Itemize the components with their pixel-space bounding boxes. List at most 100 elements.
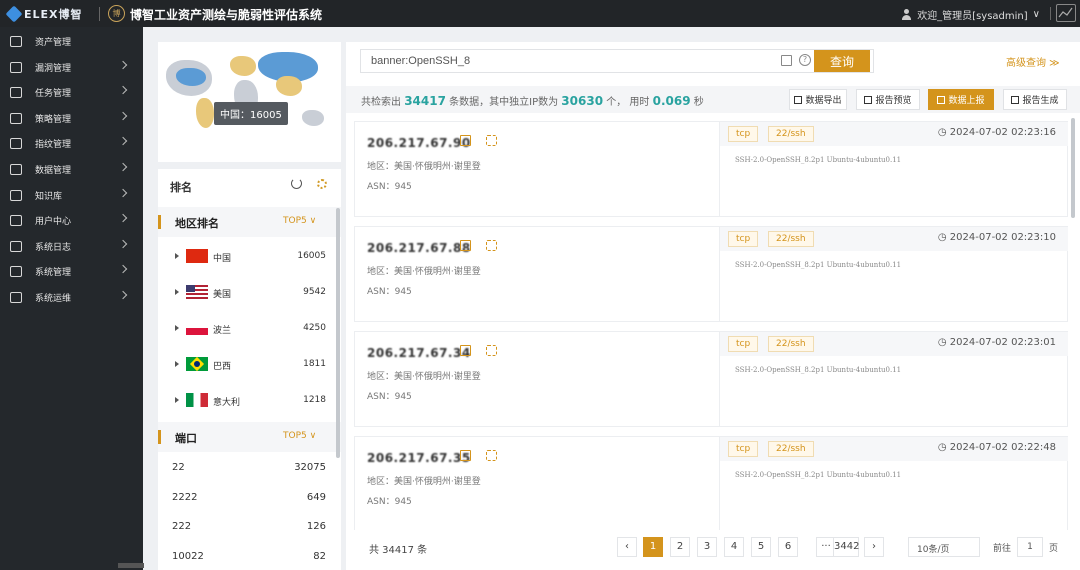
- port-rank-row[interactable]: 2222 649: [158, 484, 341, 513]
- clipboard-icon: [10, 87, 22, 99]
- port-tag[interactable]: 22/ssh: [768, 231, 814, 247]
- sidebar-item[interactable]: 知识库: [0, 183, 143, 208]
- scan-time: ◷ 2024-07-02 02:22:48: [938, 442, 1056, 453]
- ip-address[interactable]: 206.217.67.90: [367, 136, 471, 150]
- map-south-america[interactable]: [196, 98, 214, 128]
- port-rank-row[interactable]: 22 32075: [158, 454, 341, 483]
- goto-page-input[interactable]: 1: [1017, 537, 1043, 557]
- region-rank-row[interactable]: 巴西 1811: [158, 347, 341, 383]
- page-number[interactable]: 4: [724, 537, 744, 557]
- pagination: 共 34417 条 ‹ 123456 ··· 3442 › 10条/页 前往 1…: [346, 530, 1080, 570]
- copy-icon[interactable]: [460, 240, 471, 251]
- region-rank-row[interactable]: 中国 16005: [158, 239, 341, 275]
- port-tag[interactable]: 22/ssh: [768, 126, 814, 142]
- scan-icon[interactable]: [486, 345, 497, 356]
- port-number: 222: [172, 521, 192, 532]
- map-europe[interactable]: [230, 56, 256, 76]
- map-usa[interactable]: [176, 68, 206, 86]
- caret-right-icon[interactable]: [175, 397, 179, 403]
- port-tag[interactable]: 22/ssh: [768, 441, 814, 457]
- port-count: 649: [306, 491, 326, 503]
- port-ranking-header[interactable]: 端口 TOP5 ∨: [158, 422, 341, 452]
- sidebar-item[interactable]: 数据管理: [0, 157, 143, 182]
- region-rank-row[interactable]: 意大利 1218: [158, 383, 341, 419]
- protocol-tag[interactable]: tcp: [728, 231, 759, 247]
- data-upload-button[interactable]: 数据上报: [928, 89, 994, 110]
- ip-address[interactable]: 206.217.67.35: [367, 451, 471, 465]
- caret-right-icon[interactable]: [175, 253, 179, 259]
- result-card[interactable]: 206.217.67.35 地区：美国·怀俄明州·谢里登 ASN：945 tcp 22/…: [354, 436, 1068, 532]
- sidebar-item[interactable]: 系统管理: [0, 259, 143, 284]
- sidebar-item-label: 系统管理: [35, 268, 72, 279]
- ip-address[interactable]: 206.217.67.34: [367, 346, 471, 360]
- page-number[interactable]: 6: [778, 537, 798, 557]
- banner-text: SSH-2.0-OpenSSH_8.2p1 Ubuntu-4ubuntu0.11: [735, 471, 902, 479]
- results-scrollbar[interactable]: [1071, 118, 1075, 218]
- scan-icon[interactable]: [486, 450, 497, 461]
- ranking-scrollbar[interactable]: [336, 208, 340, 458]
- brand-logo[interactable]: ELEX博智: [5, 5, 83, 22]
- prev-page-button[interactable]: ‹: [617, 537, 637, 557]
- search-input[interactable]: [361, 50, 781, 72]
- port-rank-row[interactable]: 222 126: [158, 513, 341, 542]
- user-menu[interactable]: 欢迎_管理员[sysadmin] ∨: [901, 7, 1040, 22]
- sidebar-item[interactable]: 用户中心: [0, 208, 143, 233]
- region-rank-row[interactable]: 波兰 4250: [158, 311, 341, 347]
- result-card[interactable]: 206.217.67.88 地区：美国·怀俄明州·谢里登 ASN：945 tcp 22/…: [354, 226, 1068, 322]
- export-button[interactable]: 数据导出: [789, 89, 847, 110]
- top-selector[interactable]: TOP5 ∨: [283, 216, 316, 226]
- port-rank-row[interactable]: 10022 82: [158, 543, 341, 570]
- port-tag[interactable]: 22/ssh: [768, 336, 814, 352]
- region-rank-row[interactable]: 美国 9542: [158, 275, 341, 311]
- report-generate-button[interactable]: 报告生成: [1003, 89, 1067, 110]
- protocol-tag[interactable]: tcp: [728, 336, 759, 352]
- caret-right-icon[interactable]: [175, 289, 179, 295]
- map-australia[interactable]: [302, 110, 324, 126]
- result-card[interactable]: 206.217.67.90 地区：美国·怀俄明州·谢里登 ASN：945 tcp 22/…: [354, 121, 1068, 217]
- world-map[interactable]: 中国：16005: [158, 42, 341, 162]
- sidebar-item[interactable]: 系统日志: [0, 234, 143, 259]
- map-china[interactable]: [276, 76, 302, 96]
- page-number[interactable]: 2: [670, 537, 690, 557]
- settings-icon[interactable]: [317, 179, 327, 189]
- region-text: 地区：美国·怀俄明州·谢里登: [367, 477, 481, 487]
- logo-icon: [5, 5, 23, 22]
- protocol-tag[interactable]: tcp: [728, 126, 759, 142]
- scan-icon[interactable]: [486, 135, 497, 146]
- chevron-down-icon[interactable]: ∨: [1033, 9, 1040, 20]
- sidebar-item[interactable]: 指纹管理: [0, 131, 143, 156]
- copy-icon[interactable]: [460, 450, 471, 461]
- page-number[interactable]: 5: [751, 537, 771, 557]
- result-card[interactable]: 206.217.67.34 地区：美国·怀俄明州·谢里登 ASN：945 tcp 22/…: [354, 331, 1068, 427]
- sidebar-item[interactable]: 任务管理: [0, 80, 143, 105]
- caret-right-icon[interactable]: [175, 325, 179, 331]
- protocol-tag[interactable]: tcp: [728, 441, 759, 457]
- ip-address[interactable]: 206.217.67.88: [367, 241, 471, 255]
- help-icon[interactable]: ?: [799, 54, 811, 66]
- sidebar-item[interactable]: 策略管理: [0, 106, 143, 131]
- region-info: 地区：美国·怀俄明州·谢里登: [367, 474, 481, 487]
- refresh-icon[interactable]: [291, 178, 302, 189]
- page-number[interactable]: 3: [697, 537, 717, 557]
- caret-right-icon[interactable]: [175, 361, 179, 367]
- page-size-select[interactable]: 10条/页: [908, 537, 980, 557]
- monitor-chart-icon[interactable]: [1056, 4, 1076, 22]
- copy-icon[interactable]: [460, 345, 471, 356]
- query-button[interactable]: 查询: [814, 50, 870, 72]
- advanced-query-link[interactable]: 高级查询 ≫: [1006, 54, 1060, 69]
- sidebar-scrollbar[interactable]: [118, 563, 144, 568]
- sidebar-item[interactable]: 漏洞管理: [0, 55, 143, 80]
- next-page-button[interactable]: ›: [864, 537, 884, 557]
- top-selector[interactable]: TOP5 ∨: [283, 431, 316, 441]
- report-preview-button[interactable]: 报告预览: [856, 89, 920, 110]
- copy-icon[interactable]: [460, 135, 471, 146]
- page-last[interactable]: 3442: [833, 537, 859, 557]
- sidebar-item[interactable]: 系统运维: [0, 285, 143, 310]
- scan-icon[interactable]: [486, 240, 497, 251]
- sidebar-item[interactable]: 资产管理: [0, 29, 143, 54]
- page-number[interactable]: 1: [643, 537, 663, 557]
- image-search-icon[interactable]: [781, 55, 792, 66]
- ranking-panel: 排名 地区排名 TOP5 ∨ 中国 16005 美国 9542 波兰 4250 巴西 1811…: [158, 169, 341, 570]
- region-ranking-header[interactable]: 地区排名 TOP5 ∨: [158, 207, 341, 237]
- region-info: 地区：美国·怀俄明州·谢里登: [367, 264, 481, 277]
